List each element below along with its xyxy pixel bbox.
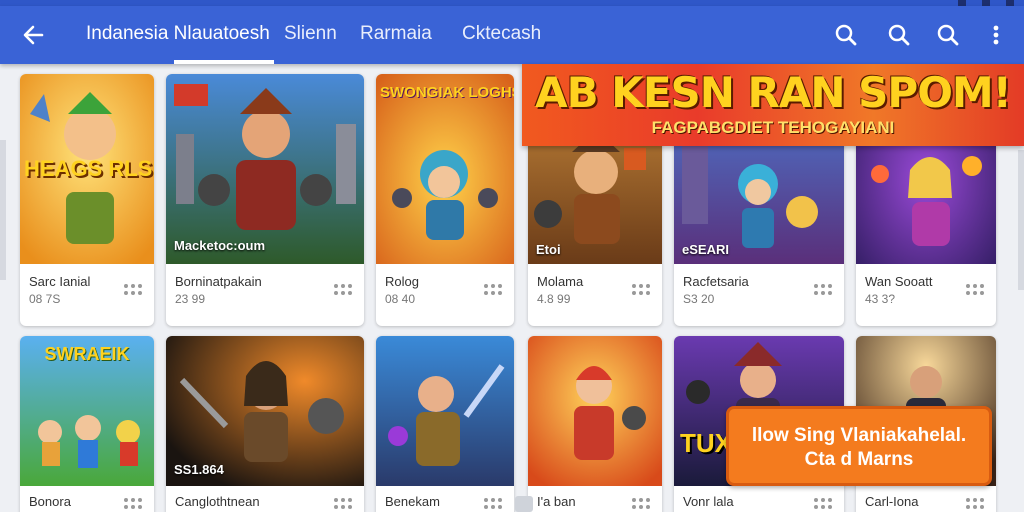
- more-dots-icon[interactable]: [814, 498, 836, 512]
- app-card[interactable]: SWRAEIK Bonora: [20, 336, 154, 512]
- more-dots-icon[interactable]: [632, 284, 654, 298]
- app-title: Racfetsaria: [683, 274, 749, 289]
- app-thumbnail: SWRAEIK: [20, 336, 154, 486]
- search-icon[interactable]: [831, 20, 861, 50]
- app-card[interactable]: HEAGS RLSES Sarc Ianial 08 7S: [20, 74, 154, 326]
- promo-subtitle: FAGPABGDIET TEHOGAYIANI: [651, 118, 895, 137]
- app-thumbnail: SS1.864: [166, 336, 364, 486]
- cta-line-2: Cta d Marns: [804, 449, 914, 470]
- app-card[interactable]: SWONGIAK LOGHSLAN Rolog 08 40: [376, 74, 514, 326]
- thumbnail-logo-text: HEAGS RLSES: [24, 156, 154, 181]
- promo-title: AB KESN RAN SPOM!: [535, 68, 1012, 117]
- more-dots-icon[interactable]: [484, 498, 506, 512]
- app-title: I'a ban: [537, 494, 576, 509]
- thumbnail-caption: Etoi: [536, 242, 561, 257]
- app-title: Canglothtnean: [175, 494, 260, 509]
- app-bar: Indanesia Nlauatoesh Slienn Rarmaia Ckte…: [0, 6, 1024, 64]
- app-card[interactable]: Benekam: [376, 336, 514, 512]
- app-card[interactable]: Macketoc:oum Borninatpakain 23 99: [166, 74, 364, 326]
- tab-slienn[interactable]: Slienn: [284, 23, 337, 45]
- more-dots-icon[interactable]: [966, 284, 988, 298]
- tab-rarmaia[interactable]: Rarmaia: [360, 23, 432, 45]
- thumbnail-caption: eSEARI: [682, 242, 729, 257]
- app-thumbnail: Macketoc:oum: [166, 74, 364, 264]
- thumbnail-caption: Macketoc:oum: [174, 238, 266, 253]
- app-thumbnail: SWONGIAK LOGHSLAN: [376, 74, 514, 264]
- cta-button[interactable]: llow Sing Vlaniakahelal. Cta d Marns: [726, 406, 992, 486]
- more-vert-icon[interactable]: [981, 20, 1011, 50]
- scroll-edge: [1018, 150, 1024, 290]
- drag-handle[interactable]: [515, 496, 533, 512]
- app-rating: 4.8 99: [537, 292, 571, 306]
- scroll-edge: [0, 140, 6, 280]
- tab-cktecash[interactable]: Cktecash: [462, 23, 541, 45]
- app-title: Vonr lala: [683, 494, 734, 509]
- promo-banner[interactable]: AB KESN RAN SPOM! FAGPABGDIET TEHOGAYIAN…: [522, 64, 1024, 146]
- active-tab-indicator: [174, 60, 274, 64]
- more-dots-icon[interactable]: [814, 284, 836, 298]
- app-title: Benekam: [385, 494, 440, 509]
- more-dots-icon[interactable]: [484, 284, 506, 298]
- app-thumbnail: [528, 336, 662, 486]
- more-dots-icon[interactable]: [966, 498, 988, 512]
- app-rating: S3 20: [683, 292, 715, 306]
- tab-indanesia[interactable]: Indanesia Nlauatoesh: [86, 23, 270, 45]
- more-dots-icon[interactable]: [334, 498, 356, 512]
- app-rating: 23 99: [175, 292, 206, 306]
- app-rating: 08 7S: [29, 292, 61, 306]
- more-dots-icon[interactable]: [632, 498, 654, 512]
- more-dots-icon[interactable]: [124, 498, 146, 512]
- app-thumbnail: [376, 336, 514, 486]
- app-title: Wan Sooatt: [865, 274, 933, 289]
- app-card[interactable]: SS1.864 Canglothtnean: [166, 336, 364, 512]
- app-rating: 08 40: [385, 292, 416, 306]
- search-icon[interactable]: [884, 20, 914, 50]
- app-card[interactable]: I'a ban: [528, 336, 662, 512]
- app-thumbnail: HEAGS RLSES: [20, 74, 154, 264]
- more-dots-icon[interactable]: [334, 284, 356, 298]
- app-title: Borninatpakain: [175, 274, 262, 289]
- back-arrow-icon[interactable]: [18, 20, 48, 50]
- app-title: Sarc Ianial: [29, 274, 91, 289]
- app-title: Molama: [537, 274, 584, 289]
- search-icon[interactable]: [933, 20, 963, 50]
- thumbnail-logo-text: TUX: [680, 428, 732, 458]
- thumbnail-logo-text: SWRAEIK: [44, 344, 130, 364]
- more-dots-icon[interactable]: [124, 284, 146, 298]
- app-title: Bonora: [29, 494, 71, 509]
- app-title: Rolog: [385, 274, 419, 289]
- app-rating: 43 3?: [865, 292, 896, 306]
- cta-line-1: llow Sing Vlaniakahelal.: [751, 425, 967, 446]
- app-title: Carl-Iona: [865, 494, 919, 509]
- thumbnail-logo-text: SWONGIAK LOGHSLAN: [380, 84, 514, 101]
- thumbnail-caption: SS1.864: [174, 462, 224, 477]
